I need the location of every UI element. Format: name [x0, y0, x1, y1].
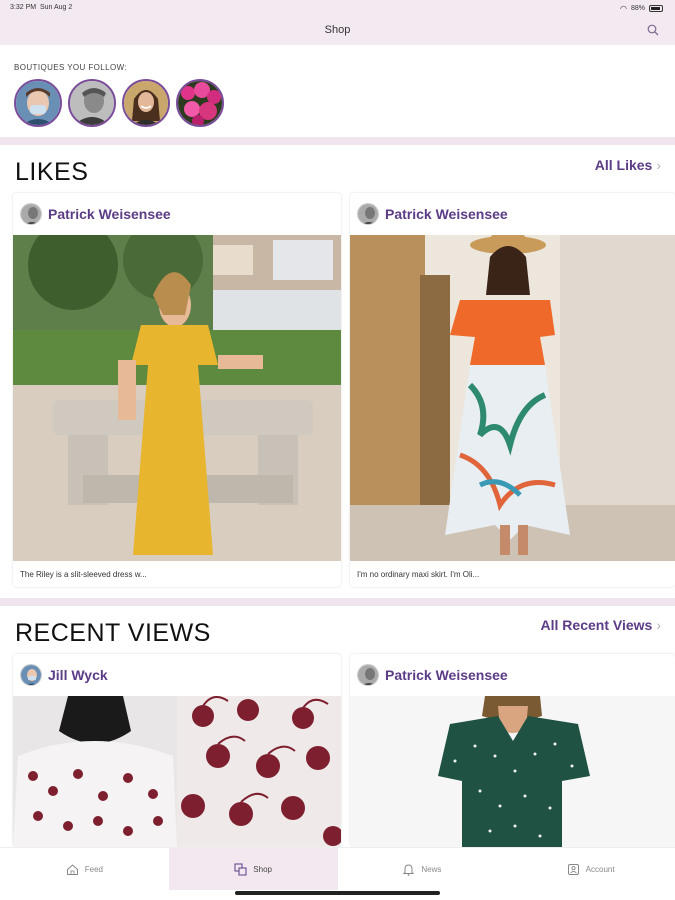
tab-account-label: Account: [585, 864, 615, 874]
boutique-avatar-1[interactable]: [14, 79, 62, 127]
tropical-maxi-skirt-photo[interactable]: [350, 235, 675, 561]
top-nav-bar: 3:32 PM Sun Aug 2 ◠ 88% Shop: [0, 0, 675, 45]
author-name[interactable]: Jill Wyck: [48, 667, 108, 683]
section-divider: [0, 137, 675, 145]
all-recent-views-link[interactable]: All Recent Views ›: [541, 617, 661, 633]
card-caption: The Riley is a slit-sleeved dress w...: [20, 570, 147, 579]
boutiques-section: BOUTIQUES YOU FOLLOW:: [0, 45, 675, 137]
status-time: 3:32 PM Sun Aug 2: [10, 4, 72, 11]
all-likes-link[interactable]: All Likes ›: [595, 157, 661, 173]
bell-icon: [403, 863, 415, 876]
tab-news-label: News: [421, 864, 442, 874]
author-avatar: [20, 203, 42, 225]
status-date: Sun Aug 2: [39, 4, 73, 11]
boutique-avatar-4[interactable]: [176, 79, 224, 127]
yellow-dress-photo[interactable]: [13, 235, 341, 561]
boutique-avatar-3[interactable]: [122, 79, 170, 127]
author-avatar: [20, 664, 42, 686]
recent-views-title: RECENT VIEWS: [15, 619, 211, 647]
tab-shop-label: Shop: [253, 864, 272, 874]
tab-shop[interactable]: Shop: [168, 848, 338, 890]
page-title: Shop: [324, 24, 351, 36]
boutique-avatar-2[interactable]: [68, 79, 116, 127]
recent-card-1[interactable]: Jill Wyck: [13, 654, 341, 847]
boutique-avatar-list: [14, 79, 224, 127]
card-header: Jill Wyck: [13, 654, 341, 696]
battery-icon: [649, 5, 663, 12]
account-icon: [567, 863, 579, 875]
tab-news[interactable]: News: [338, 848, 507, 890]
author-name[interactable]: Patrick Weisensee: [385, 206, 508, 222]
tab-feed[interactable]: Feed: [0, 848, 169, 890]
author-avatar: [357, 664, 379, 686]
all-recent-views-label: All Recent Views: [540, 617, 653, 633]
card-header: Patrick Weisensee: [13, 193, 341, 235]
status-indicators: ◠ 88%: [620, 4, 663, 13]
battery-percent: 88%: [630, 5, 645, 12]
home-indicator[interactable]: [235, 891, 440, 895]
chevron-right-icon: ›: [656, 617, 661, 633]
like-card-2[interactable]: Patrick Weisensee I'm no ordinary maxi s…: [350, 193, 675, 587]
author-name[interactable]: Patrick Weisensee: [48, 206, 171, 222]
section-divider: [0, 598, 675, 606]
cherry-print-top-photo[interactable]: [13, 696, 341, 847]
chevron-right-icon: ›: [656, 157, 661, 173]
author-avatar: [357, 203, 379, 225]
shop-icon: [234, 863, 247, 875]
recent-card-2[interactable]: Patrick Weisensee: [350, 654, 675, 847]
card-caption: I'm no ordinary maxi skirt. I'm Oli...: [357, 570, 480, 579]
likes-title: LIKES: [15, 158, 89, 186]
author-name[interactable]: Patrick Weisensee: [385, 667, 508, 683]
home-icon: [66, 863, 78, 875]
wifi-icon: ◠: [620, 4, 627, 13]
like-card-1[interactable]: Patrick Weisensee The Riley is a slit-sl…: [13, 193, 341, 587]
status-time-value: 3:32 PM: [10, 4, 37, 11]
all-likes-label: All Likes: [594, 157, 653, 173]
search-icon[interactable]: [647, 24, 659, 36]
tab-feed-label: Feed: [84, 864, 103, 874]
card-header: Patrick Weisensee: [350, 193, 675, 235]
card-header: Patrick Weisensee: [350, 654, 675, 696]
boutiques-label: BOUTIQUES YOU FOLLOW:: [14, 63, 128, 72]
green-polka-dot-tee-photo[interactable]: [350, 696, 675, 847]
tab-account[interactable]: Account: [506, 848, 675, 890]
